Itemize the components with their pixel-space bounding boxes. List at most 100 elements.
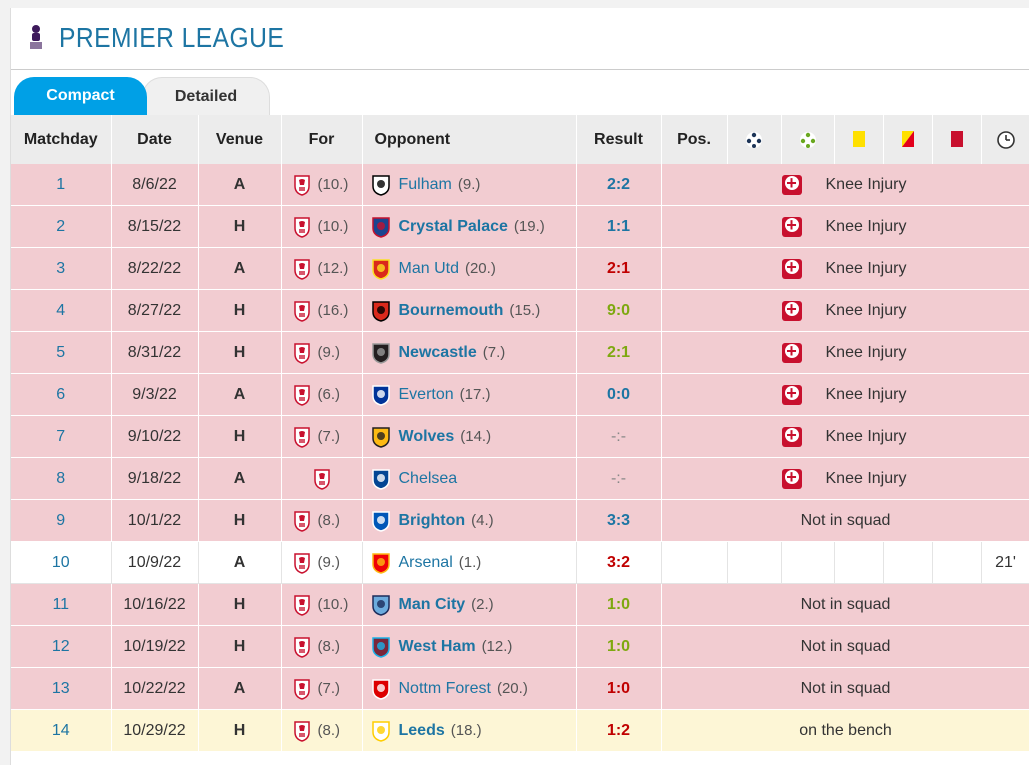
match-result[interactable]: 1:2 (607, 722, 630, 739)
table-row[interactable]: 11 10/16/22 H (10.) Man City (2.) 1:0 Not in sq… (11, 583, 1029, 626)
match-result[interactable]: 2:1 (607, 260, 630, 277)
table-row[interactable]: 10 10/9/22 A (9.) Arsenal (1.) 3:2 21' (11, 541, 1029, 584)
table-row[interactable]: 13 10/22/22 A (7.) Nottm Forest (20.) 1:0 Not i… (11, 667, 1029, 710)
tab-detailed[interactable]: Detailed (142, 77, 270, 116)
injury-icon[interactable] (781, 174, 802, 195)
result-cell[interactable]: 1:2 (576, 709, 662, 752)
table-row[interactable]: 89/18/22A Chelsea -:- Knee Injury (11, 457, 1029, 500)
matchday-link[interactable]: 3 (11, 247, 112, 290)
result-cell[interactable]: -:- (576, 415, 662, 458)
for-team[interactable]: (8.) (281, 709, 363, 752)
opponent-link[interactable]: Bournemouth (399, 302, 504, 319)
for-team[interactable]: (6.) (281, 373, 363, 416)
match-result[interactable]: 3:2 (607, 554, 630, 571)
col-matchday[interactable]: Matchday (11, 115, 112, 164)
matchday-link[interactable]: 9 (11, 499, 112, 542)
match-result[interactable]: 1:1 (607, 218, 630, 235)
match-result[interactable]: 2:1 (607, 344, 630, 361)
matchday-link[interactable]: 2 (11, 205, 112, 248)
table-row[interactable]: 14 10/29/22 H (8.) Leeds (18.) 1:2 on the bench (11, 709, 1029, 752)
opponent-link[interactable]: West Ham (399, 638, 476, 655)
table-row[interactable]: 12 10/19/22 H (8.) West Ham (12.) 1:0 Not in sq… (11, 625, 1029, 668)
table-row[interactable]: 58/31/22H (9.) Newcastle (7.) 2:1 Knee Injury (11, 331, 1029, 374)
injury-icon[interactable] (781, 468, 802, 489)
table-row[interactable]: 48/27/22H (16.) Bournemouth (15.) 9:0 Knee In… (11, 289, 1029, 332)
result-cell[interactable]: 2:1 (576, 331, 662, 374)
match-result[interactable]: 1:0 (607, 596, 630, 613)
injury-icon[interactable] (781, 258, 802, 279)
opponent-link[interactable]: Fulham (399, 176, 452, 193)
for-team[interactable]: (12.) (281, 247, 363, 290)
for-team[interactable]: (8.) (281, 625, 363, 668)
col-goals[interactable] (727, 115, 782, 164)
result-cell[interactable]: 9:0 (576, 289, 662, 332)
matchday-link[interactable]: 10 (11, 541, 112, 584)
match-result[interactable]: -:- (611, 470, 626, 487)
table-row[interactable]: 28/15/22H (10.) Crystal Palace (19.) 1:1 Knee… (11, 205, 1029, 248)
matchday-link[interactable]: 1 (11, 164, 112, 206)
col-yellowred[interactable] (883, 115, 933, 164)
col-minutes[interactable] (981, 115, 1029, 164)
opponent-link[interactable]: Chelsea (399, 470, 458, 487)
table-row[interactable]: 69/3/22A (6.) Everton (17.) 0:0 Knee Injury (11, 373, 1029, 416)
col-date[interactable]: Date (111, 115, 199, 164)
matchday-link[interactable]: 13 (11, 667, 112, 710)
matchday-link[interactable]: 7 (11, 415, 112, 458)
match-result[interactable]: 0:0 (607, 386, 630, 403)
for-team[interactable]: (16.) (281, 289, 363, 332)
injury-icon[interactable] (781, 426, 802, 447)
opponent-link[interactable]: Crystal Palace (399, 218, 508, 235)
result-cell[interactable]: 2:1 (576, 247, 662, 290)
result-cell[interactable]: 1:1 (576, 205, 662, 248)
tab-compact[interactable]: Compact (14, 77, 147, 115)
injury-icon[interactable] (781, 216, 802, 237)
result-cell[interactable]: 1:0 (576, 583, 662, 626)
col-result[interactable]: Result (576, 115, 662, 164)
table-row[interactable]: 18/6/22A (10.) Fulham (9.) 2:2 Knee Injury (11, 164, 1029, 206)
col-opponent[interactable]: Opponent (362, 115, 577, 164)
injury-icon[interactable] (781, 300, 802, 321)
for-team[interactable]: (8.) (281, 499, 363, 542)
injury-icon[interactable] (781, 384, 802, 405)
for-team[interactable]: (10.) (281, 583, 363, 626)
matchday-link[interactable]: 11 (11, 583, 112, 626)
for-team[interactable]: (9.) (281, 541, 363, 584)
col-assists[interactable] (781, 115, 835, 164)
matchday-link[interactable]: 4 (11, 289, 112, 332)
match-result[interactable]: -:- (611, 428, 626, 445)
for-team[interactable]: (10.) (281, 205, 363, 248)
match-result[interactable]: 3:3 (607, 512, 630, 529)
opponent-link[interactable]: Newcastle (399, 344, 477, 361)
result-cell[interactable]: 1:0 (576, 625, 662, 668)
opponent-link[interactable]: Arsenal (399, 554, 453, 571)
for-team[interactable]: (7.) (281, 415, 363, 458)
for-team[interactable] (281, 457, 363, 500)
table-row[interactable]: 79/10/22H (7.) Wolves (14.) -:- Knee Injury (11, 415, 1029, 458)
match-result[interactable]: 9:0 (607, 302, 630, 319)
col-red[interactable] (932, 115, 982, 164)
matchday-link[interactable]: 5 (11, 331, 112, 374)
for-team[interactable]: (10.) (281, 164, 363, 206)
opponent-link[interactable]: Man City (399, 596, 466, 613)
for-team[interactable]: (9.) (281, 331, 363, 374)
for-team[interactable]: (7.) (281, 667, 363, 710)
opponent-link[interactable]: Nottm Forest (399, 680, 491, 697)
injury-icon[interactable] (781, 342, 802, 363)
matchday-link[interactable]: 14 (11, 709, 112, 752)
col-pos[interactable]: Pos. (661, 115, 728, 164)
col-for[interactable]: For (281, 115, 363, 164)
opponent-link[interactable]: Everton (399, 386, 454, 403)
result-cell[interactable]: -:- (576, 457, 662, 500)
opponent-link[interactable]: Man Utd (399, 260, 459, 277)
result-cell[interactable]: 2:2 (576, 164, 662, 206)
col-venue[interactable]: Venue (198, 115, 282, 164)
result-cell[interactable]: 3:2 (576, 541, 662, 584)
matchday-link[interactable]: 6 (11, 373, 112, 416)
table-row[interactable]: 38/22/22A (12.) Man Utd (20.) 2:1 Knee Injury (11, 247, 1029, 290)
opponent-link[interactable]: Leeds (399, 722, 445, 739)
result-cell[interactable]: 1:0 (576, 667, 662, 710)
col-yellow[interactable] (834, 115, 884, 164)
opponent-link[interactable]: Brighton (399, 512, 466, 529)
match-result[interactable]: 1:0 (607, 680, 630, 697)
result-cell[interactable]: 3:3 (576, 499, 662, 542)
